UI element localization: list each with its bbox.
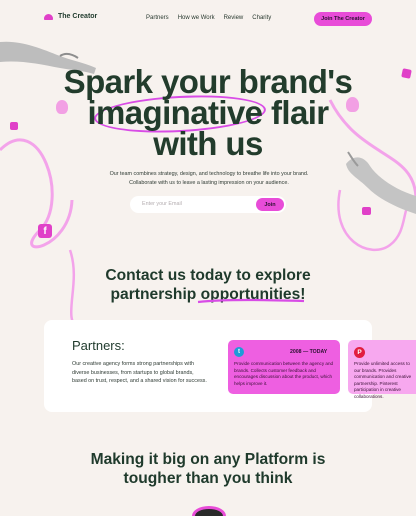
partners-description: Our creative agency forms strong partner… [72,361,207,385]
platform-heading: Making it big on any Platform is tougher… [70,450,346,488]
platform-line-2: tougher than you think [123,470,293,487]
brand-name: The Creator [58,13,98,20]
nav-item-review[interactable]: Review [224,15,244,21]
brand-logo[interactable]: The Creator [44,13,97,20]
platform-line-1: Making it big on any Platform is [90,451,326,468]
hero-line-2: imaginative flair [87,94,329,131]
hero-line-1: Spark your brand's [63,63,353,100]
join-button[interactable]: Join [256,198,284,211]
youtube-icon [362,207,371,215]
instagram-icon [401,68,412,79]
facebook-icon: f [38,224,52,238]
partners-title: Partners: [72,338,125,353]
timeline-text: Provide unlimited access to our brands. … [354,361,416,401]
nav-item-how-we-work[interactable]: How we Work [178,15,215,21]
nav-item-partners[interactable]: Partners [146,15,169,21]
hero-line-3: with us [153,125,263,162]
timeline-year: 2008 — TODAY [290,349,328,355]
hero-description: Our team combines strategy, design, and … [109,171,309,186]
timeline-text: Provide communication between the agency… [234,361,334,386]
instagram-icon [10,122,18,130]
underline-stroke [197,298,305,304]
email-placeholder: Enter your Email [142,201,182,207]
logo-mark-icon [44,13,53,20]
pinterest-icon: P [354,347,365,358]
timeline-text-content: Provide unlimited access to our brands. … [354,361,412,399]
hero-heading: Spark your brand's imaginative flair wit… [60,63,356,162]
twitter-icon: t [234,347,244,357]
top-nav: Partners How we Work Review Charity [146,15,271,21]
join-creator-button[interactable]: Join The Creator [314,12,372,26]
contact-line-1: Contact us today to explore [105,267,311,284]
nav-item-charity[interactable]: Charity [252,15,271,21]
